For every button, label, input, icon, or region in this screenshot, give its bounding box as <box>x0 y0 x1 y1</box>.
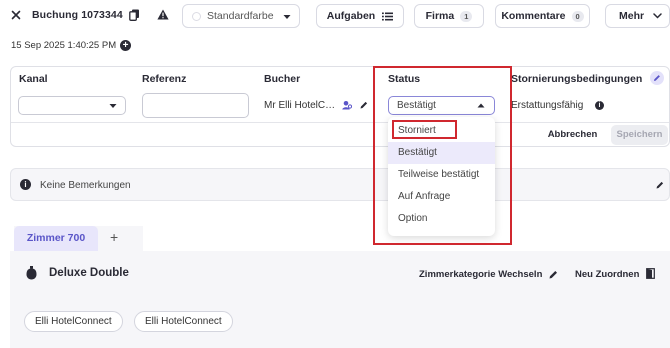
cancellation-policy: Erstattungsfähig <box>511 100 584 111</box>
reference-input[interactable] <box>142 93 249 118</box>
door-icon[interactable] <box>646 268 655 279</box>
room-icon <box>26 266 37 280</box>
close-icon[interactable] <box>11 10 21 20</box>
channel-chip[interactable]: Elli HotelConnect <box>134 311 233 332</box>
booker-name: Mr Elli HotelC… <box>264 100 336 111</box>
comments-count-badge: 0 <box>571 10 584 22</box>
color-select-label: Standardfarbe <box>207 10 274 22</box>
highlight-box-storniert <box>392 120 457 139</box>
info-icon[interactable]: i <box>595 101 604 110</box>
column-header-channel: Kanal <box>19 73 48 85</box>
more-label: Mehr <box>619 10 645 22</box>
change-room-category-link[interactable]: Zimmerkategorie Wechseln <box>419 269 542 280</box>
edit-remarks-icon[interactable] <box>656 181 664 189</box>
booking-timestamp: 15 Sep 2025 1:40:25 PM <box>11 40 117 51</box>
chevron-down-icon <box>283 14 291 20</box>
highlight-box-status-column <box>373 66 512 245</box>
company-button[interactable]: Firma 1 <box>414 4 484 28</box>
color-select[interactable]: Standardfarbe <box>182 4 300 28</box>
save-button[interactable]: Speichern <box>611 125 668 145</box>
color-swatch <box>192 11 201 21</box>
info-icon: i <box>20 179 31 190</box>
add-icon[interactable]: + <box>120 40 131 51</box>
edit-icon[interactable] <box>549 270 558 279</box>
booking-title: Buchung 1073344 <box>32 9 123 21</box>
company-count-badge: 1 <box>460 10 473 22</box>
list-icon <box>382 12 394 21</box>
column-header-booker: Bucher <box>264 73 301 85</box>
warning-icon[interactable] <box>157 9 169 20</box>
channel-select[interactable] <box>18 96 126 115</box>
comments-label: Kommentare <box>501 10 566 22</box>
copy-icon[interactable] <box>129 9 140 21</box>
column-header-cancellation: Stornierungsbedingungen <box>511 73 643 85</box>
tasks-button[interactable]: Aufgaben <box>316 4 404 28</box>
tasks-label: Aufgaben <box>326 10 376 22</box>
divider <box>11 122 669 123</box>
add-room-tab-button[interactable]: + <box>110 229 118 245</box>
cancel-button[interactable]: Abbrechen <box>541 125 604 145</box>
room-type-title: Deluxe Double <box>49 267 129 279</box>
column-header-reference: Referenz <box>142 73 187 85</box>
remarks-text: Keine Bemerkungen <box>40 180 131 191</box>
edit-cancellation-icon[interactable] <box>650 71 664 85</box>
chevron-down-icon <box>653 13 662 19</box>
reassign-link[interactable]: Neu Zuordnen <box>575 269 639 280</box>
channel-chip[interactable]: Elli HotelConnect <box>24 311 123 332</box>
more-button[interactable]: Mehr <box>605 4 670 28</box>
edit-booker-icon[interactable] <box>360 101 368 109</box>
tab-room-700[interactable]: Zimmer 700 <box>14 226 98 251</box>
room-panel <box>10 251 670 348</box>
company-label: Firma <box>425 10 455 22</box>
comments-button[interactable]: Kommentare 0 <box>495 4 590 28</box>
user-link-icon[interactable] <box>342 100 352 110</box>
chevron-down-icon <box>109 103 117 109</box>
